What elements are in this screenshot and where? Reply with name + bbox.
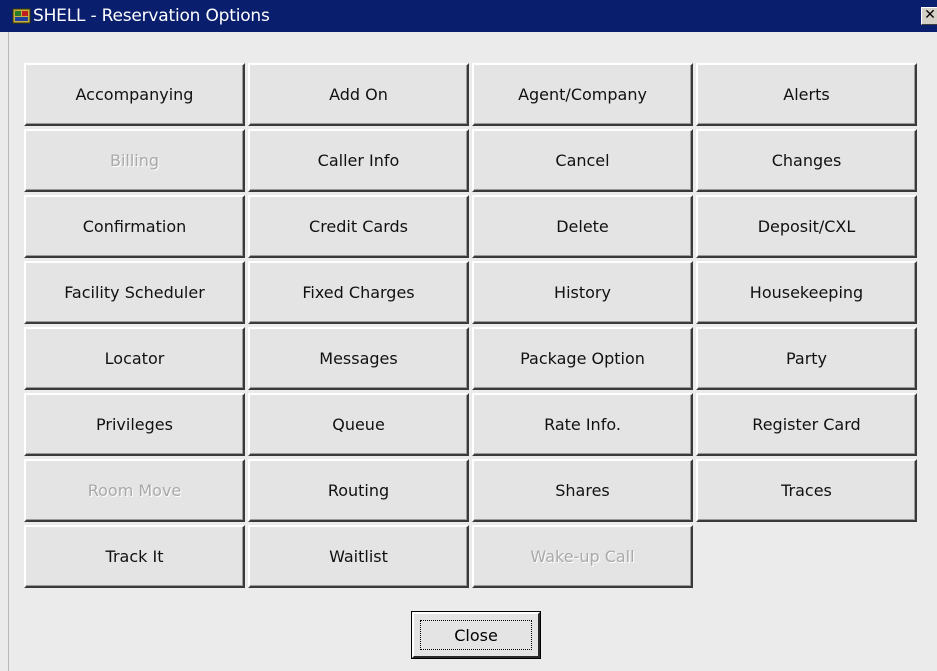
accompanying-button-label: Accompanying [75, 85, 194, 104]
queue-button[interactable]: Queue [248, 393, 469, 456]
app-icon [12, 8, 31, 24]
cancel-button-label: Cancel [555, 151, 610, 170]
agent-company-button[interactable]: Agent/Company [472, 63, 693, 126]
wake-up-call-button: Wake-up Call [472, 525, 693, 588]
locator-button[interactable]: Locator [24, 327, 245, 390]
fixed-charges-button-label: Fixed Charges [302, 283, 415, 302]
messages-button-label: Messages [319, 349, 398, 368]
shares-button-label: Shares [555, 481, 610, 500]
accompanying-button[interactable]: Accompanying [24, 63, 245, 126]
window-title: SHELL - Reservation Options [33, 6, 270, 26]
confirmation-button[interactable]: Confirmation [24, 195, 245, 258]
rate-info-button[interactable]: Rate Info. [472, 393, 693, 456]
caller-info-button-label: Caller Info [317, 151, 400, 170]
delete-button-label: Delete [556, 217, 609, 236]
add-on-button-label: Add On [329, 85, 388, 104]
facility-scheduler-button[interactable]: Facility Scheduler [24, 261, 245, 324]
credit-cards-button-label: Credit Cards [309, 217, 408, 236]
deposit-cxl-button-label: Deposit/CXL [757, 217, 856, 236]
deposit-cxl-button[interactable]: Deposit/CXL [696, 195, 917, 258]
package-option-button[interactable]: Package Option [472, 327, 693, 390]
add-on-button[interactable]: Add On [248, 63, 469, 126]
delete-button[interactable]: Delete [472, 195, 693, 258]
alerts-button-label: Alerts [783, 85, 830, 104]
waitlist-button[interactable]: Waitlist [248, 525, 469, 588]
package-option-button-label: Package Option [520, 349, 645, 368]
locator-button-label: Locator [104, 349, 165, 368]
privileges-button[interactable]: Privileges [24, 393, 245, 456]
messages-button[interactable]: Messages [248, 327, 469, 390]
housekeeping-button[interactable]: Housekeeping [696, 261, 917, 324]
changes-button-label: Changes [771, 151, 842, 170]
privileges-button-label: Privileges [96, 415, 173, 434]
confirmation-button-label: Confirmation [82, 217, 187, 236]
changes-button[interactable]: Changes [696, 129, 917, 192]
traces-button-label: Traces [781, 481, 832, 500]
caller-info-button[interactable]: Caller Info [248, 129, 469, 192]
room-move-button: Room Move [24, 459, 245, 522]
rate-info-button-label: Rate Info. [544, 415, 621, 434]
title-bar[interactable]: SHELL - Reservation Options ✕ [0, 0, 937, 32]
cancel-button[interactable]: Cancel [472, 129, 693, 192]
queue-button-label: Queue [332, 415, 385, 434]
routing-button[interactable]: Routing [248, 459, 469, 522]
billing-button: Billing [24, 129, 245, 192]
reservation-options-window: SHELL - Reservation Options ✕ Accompanyi… [0, 0, 937, 671]
close-icon[interactable]: ✕ [921, 7, 937, 25]
waitlist-button-label: Waitlist [329, 547, 388, 566]
party-button[interactable]: Party [696, 327, 917, 390]
alerts-button[interactable]: Alerts [696, 63, 917, 126]
facility-scheduler-button-label: Facility Scheduler [64, 283, 205, 302]
history-button[interactable]: History [472, 261, 693, 324]
wake-up-call-button-label: Wake-up Call [530, 547, 635, 566]
room-move-button-label: Room Move [87, 481, 182, 500]
credit-cards-button[interactable]: Credit Cards [248, 195, 469, 258]
history-button-label: History [554, 283, 611, 302]
fixed-charges-button[interactable]: Fixed Charges [248, 261, 469, 324]
housekeeping-button-label: Housekeeping [749, 283, 864, 302]
register-card-button[interactable]: Register Card [696, 393, 917, 456]
traces-button[interactable]: Traces [696, 459, 917, 522]
track-it-button-label: Track It [105, 547, 164, 566]
agent-company-button-label: Agent/Company [518, 85, 647, 104]
shares-button[interactable]: Shares [472, 459, 693, 522]
focus-rectangle [420, 620, 532, 650]
register-card-button-label: Register Card [752, 415, 861, 434]
track-it-button[interactable]: Track It [24, 525, 245, 588]
billing-button-label: Billing [109, 151, 160, 170]
routing-button-label: Routing [327, 481, 390, 500]
party-button-label: Party [785, 349, 828, 368]
options-grid: Accompanying Add On Agent/Company Alerts Bil… [24, 63, 925, 592]
close-button[interactable]: Close [411, 611, 541, 659]
